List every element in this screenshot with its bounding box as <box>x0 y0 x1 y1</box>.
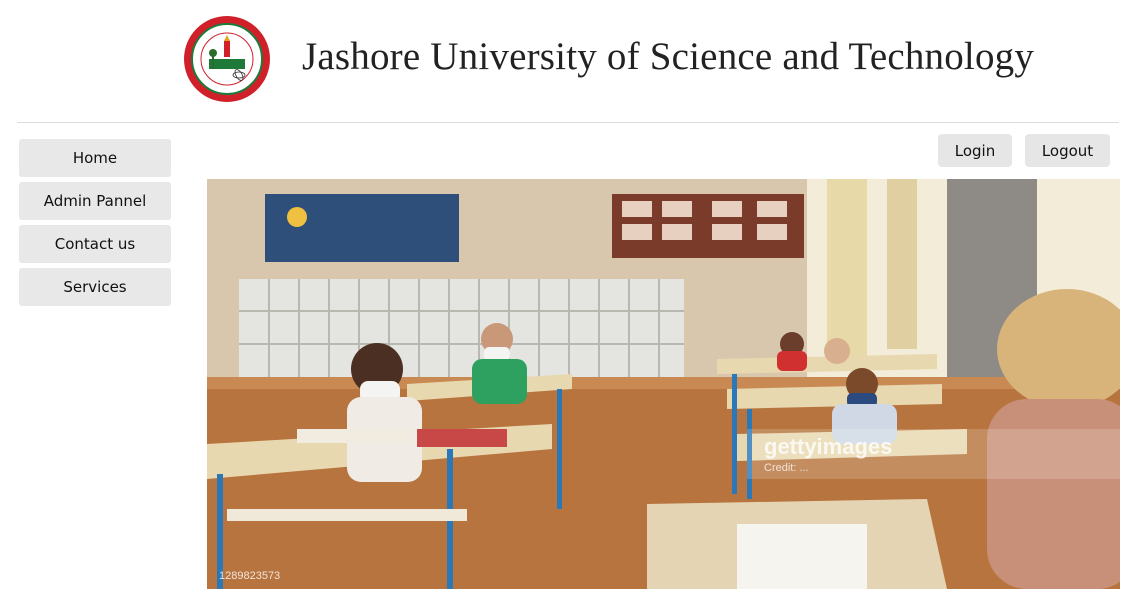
sidebar-item-services[interactable]: Services <box>19 268 171 306</box>
watermark-credit: Credit: ... <box>764 462 809 474</box>
sidebar-item-home[interactable]: Home <box>19 139 171 177</box>
site-header: Jashore University of Science and Techno… <box>0 0 1136 122</box>
sidebar-item-contact-us[interactable]: Contact us <box>19 225 171 263</box>
image-id: 1289823573 <box>219 570 280 582</box>
header-divider <box>17 122 1119 123</box>
watermark-text: gettyimages <box>764 434 892 459</box>
sidebar-item-admin-pannel[interactable]: Admin Pannel <box>19 182 171 220</box>
hero-image: gettyimages Credit: ... 1289823573 <box>207 179 1120 589</box>
university-logo <box>183 15 271 103</box>
logout-button[interactable]: Logout <box>1025 134 1110 167</box>
login-button[interactable]: Login <box>938 134 1012 167</box>
sidebar-nav: Home Admin Pannel Contact us Services <box>19 139 171 311</box>
page-title: Jashore University of Science and Techno… <box>302 35 1035 78</box>
